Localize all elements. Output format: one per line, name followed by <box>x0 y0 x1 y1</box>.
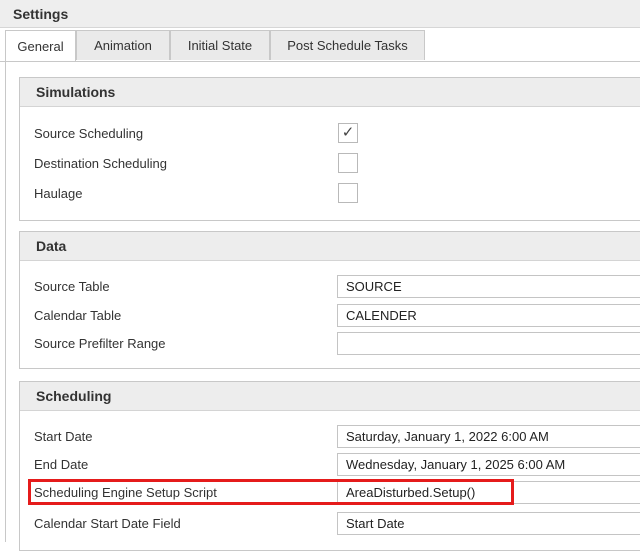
source-table-field[interactable]: SOURCE <box>337 275 640 298</box>
start-date-label: Start Date <box>34 429 93 444</box>
tab-animation[interactable]: Animation <box>76 30 170 60</box>
tab-initial-state[interactable]: Initial State <box>170 30 270 60</box>
start-date-field[interactable]: Saturday, January 1, 2022 6:00 AM <box>337 425 640 448</box>
tab-post-schedule-tasks[interactable]: Post Schedule Tasks <box>270 30 425 60</box>
tab-general[interactable]: General <box>5 30 76 62</box>
haulage-label: Haulage <box>34 186 83 201</box>
destination-scheduling-checkbox[interactable] <box>338 153 358 173</box>
settings-title-bar: Settings <box>0 0 640 28</box>
calendar-table-field[interactable]: CALENDER <box>337 304 640 327</box>
scheduling-header: Scheduling <box>20 382 640 411</box>
source-prefilter-range-field[interactable] <box>337 332 640 355</box>
tab-strip: General Animation Initial State Post Sch… <box>0 30 640 62</box>
data-header: Data <box>20 232 640 261</box>
source-scheduling-checkbox[interactable]: ✓ <box>338 123 358 143</box>
destination-scheduling-label: Destination Scheduling <box>34 156 167 171</box>
source-table-label: Source Table <box>34 279 110 294</box>
end-date-label: End Date <box>34 457 89 472</box>
haulage-checkbox[interactable] <box>338 183 358 203</box>
calendar-table-label: Calendar Table <box>34 308 122 323</box>
end-date-field[interactable]: Wednesday, January 1, 2025 6:00 AM <box>337 453 640 476</box>
source-prefilter-range-label: Source Prefilter Range <box>34 336 166 351</box>
setup-script-field[interactable]: AreaDisturbed.Setup() <box>337 481 640 504</box>
setup-script-label: Scheduling Engine Setup Script <box>34 485 217 500</box>
calendar-start-date-field-label: Calendar Start Date Field <box>34 516 181 531</box>
simulations-header: Simulations <box>20 78 640 107</box>
window-title: Settings <box>13 6 69 22</box>
simulations-group: Simulations <box>19 77 640 221</box>
source-scheduling-label: Source Scheduling <box>34 126 144 141</box>
calendar-start-date-field[interactable]: Start Date <box>337 512 640 535</box>
